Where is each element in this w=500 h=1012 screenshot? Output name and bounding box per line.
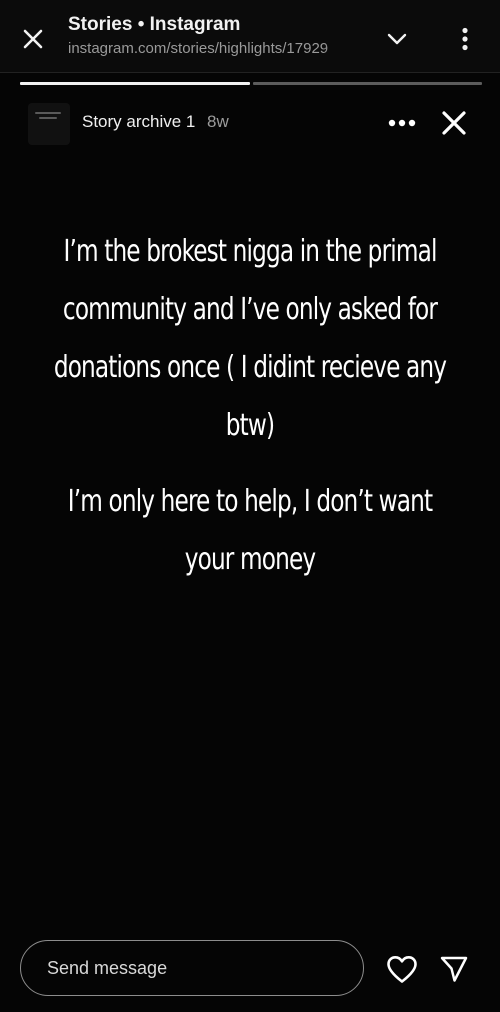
browser-title-block: Stories • Instagram instagram.com/storie… [68, 14, 368, 57]
story-viewer[interactable]: Story archive 1 8w I’m the brokest nigga… [0, 73, 500, 1012]
send-icon[interactable] [436, 952, 472, 986]
story-title[interactable]: Story archive 1 [82, 112, 195, 132]
story-text-content: I’m the brokest nigga in the primal comm… [20, 223, 480, 589]
page-url[interactable]: instagram.com/stories/highlights/17929 [68, 40, 358, 57]
close-icon[interactable] [18, 24, 48, 54]
chevron-down-icon[interactable] [382, 24, 412, 54]
progress-segment [20, 82, 250, 85]
story-header: Story archive 1 8w [0, 95, 500, 151]
more-vertical-icon[interactable] [448, 22, 482, 56]
avatar[interactable] [28, 103, 70, 145]
close-icon[interactable] [436, 105, 472, 141]
progress-segment [252, 82, 482, 85]
page-title: Stories • Instagram [68, 14, 241, 35]
browser-toolbar: Stories • Instagram instagram.com/storie… [0, 0, 500, 73]
story-timestamp: 8w [207, 112, 229, 131]
send-message-input[interactable] [20, 940, 364, 996]
more-horizontal-icon[interactable] [384, 109, 420, 137]
reply-bar [0, 940, 500, 1000]
story-progress [20, 82, 482, 85]
heart-icon[interactable] [384, 952, 420, 986]
story-paragraph: I’m the brokest nigga in the primal comm… [53, 234, 447, 443]
story-paragraph: I’m only here to help, I don’t want your… [67, 484, 433, 577]
